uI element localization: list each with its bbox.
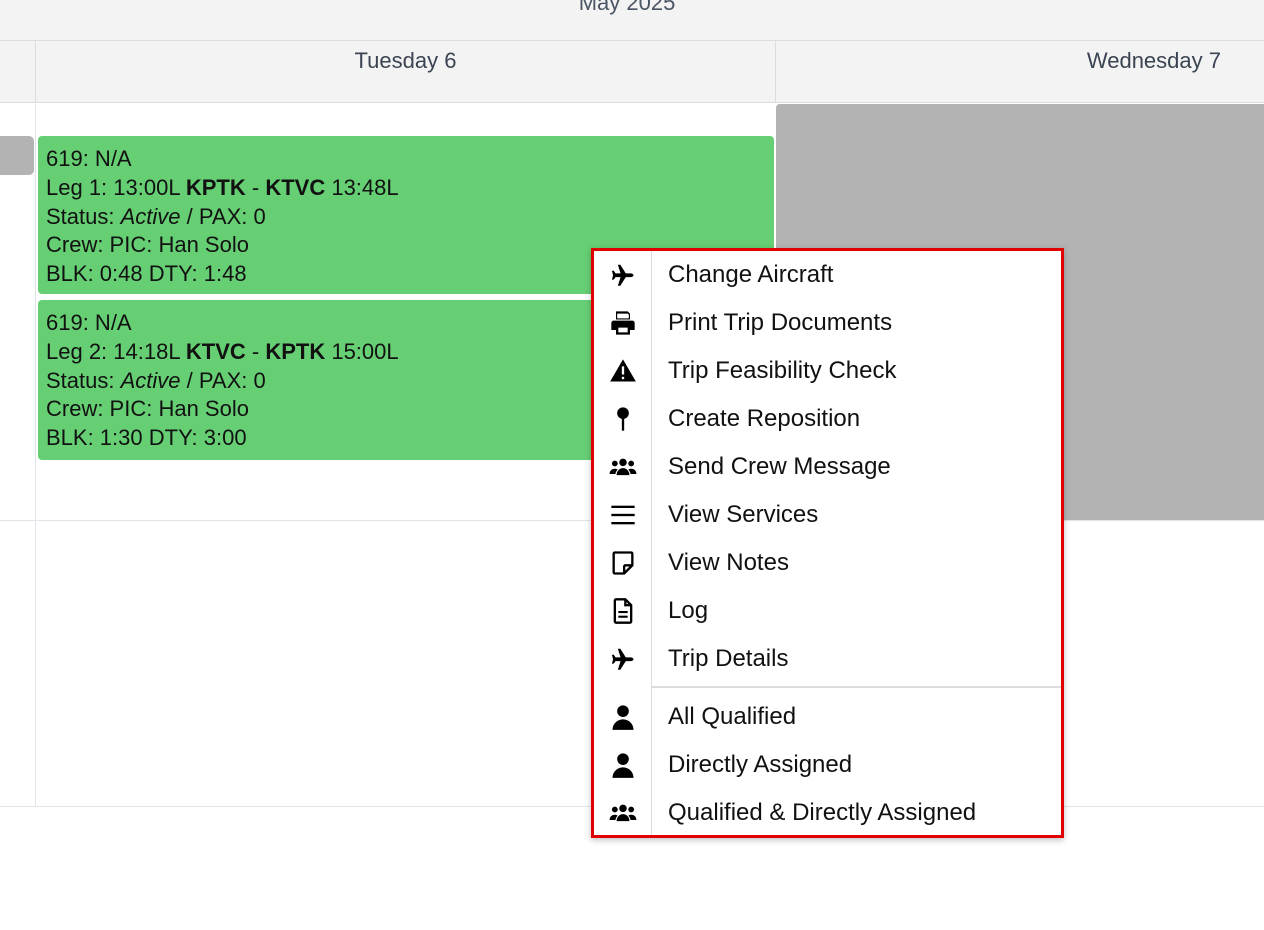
scheduler-page: May 2025 Tuesday 6 Wednesday 7 619: N/A …: [0, 0, 1264, 930]
menu-item-trip-details[interactable]: Trip Details: [594, 635, 1061, 683]
menu-item-label: All Qualified: [668, 703, 797, 730]
origin-airport: KTVC: [185, 338, 246, 364]
menu-item-label: Send Crew Message: [668, 453, 891, 480]
menu-item-view-services[interactable]: View Services: [594, 491, 1061, 539]
day-header-wednesday[interactable]: Wednesday 7: [775, 41, 1264, 103]
month-title: May 2025: [578, 0, 676, 15]
month-header: May 2025: [0, 0, 1264, 41]
route-separator: -: [245, 174, 266, 200]
route-separator: -: [245, 338, 266, 364]
menu-item-label: Directly Assigned: [668, 751, 853, 778]
menu-item-qualified-directly-assigned[interactable]: Qualified & Directly Assigned: [594, 789, 1061, 837]
status-value: Active: [120, 203, 181, 229]
users-icon: [594, 443, 652, 491]
list-icon: [594, 491, 652, 539]
menu-item-label: View Services: [668, 501, 819, 528]
printer-icon: [594, 299, 652, 347]
pax-count: / PAX: 0: [180, 367, 266, 393]
day-header-row: Tuesday 6 Wednesday 7: [0, 41, 1264, 103]
menu-item-log[interactable]: Log: [594, 587, 1061, 635]
menu-item-label: Qualified & Directly Assigned: [668, 799, 977, 826]
trip-number: 619: N/A: [46, 146, 132, 171]
plane-icon: [594, 635, 652, 683]
arrival-time: 13:48L: [325, 174, 399, 200]
status-prefix: Status:: [46, 367, 121, 393]
departure-time: 14:18L: [113, 338, 186, 364]
map-pin-icon: [594, 395, 652, 443]
menu-item-label: Change Aircraft: [668, 261, 834, 288]
menu-item-print-trip-documents[interactable]: Print Trip Documents: [594, 299, 1061, 347]
plane-icon: [594, 251, 652, 299]
day-header-tuesday[interactable]: Tuesday 6: [35, 41, 775, 103]
status-value: Active: [120, 367, 181, 393]
warning-icon: [594, 347, 652, 395]
menu-item-view-notes[interactable]: View Notes: [594, 539, 1061, 587]
status-prefix: Status:: [46, 203, 121, 229]
arrival-time: 15:00L: [325, 338, 399, 364]
sticky-note-icon: [594, 539, 652, 587]
leg-label: Leg 2:: [46, 338, 114, 364]
user-icon: [594, 741, 652, 789]
origin-airport: KPTK: [185, 174, 246, 200]
user-icon: [594, 693, 652, 741]
destination-airport: KTVC: [265, 174, 326, 200]
menu-item-label: Create Reposition: [668, 405, 861, 432]
grid-line: [35, 104, 36, 806]
destination-airport: KPTK: [265, 338, 326, 364]
users-icon: [594, 789, 652, 837]
menu-item-change-aircraft[interactable]: Change Aircraft: [594, 251, 1061, 299]
menu-item-label: View Notes: [668, 549, 789, 576]
trip-context-menu: Change Aircraft Print Trip Documents Tri…: [591, 248, 1064, 838]
leg-route: Leg 1: 13:00L KPTK - KTVC 13:48L: [46, 174, 766, 203]
menu-divider: [652, 686, 1061, 688]
departure-time: 13:00L: [113, 174, 186, 200]
pax-count: / PAX: 0: [180, 203, 266, 229]
file-text-icon: [594, 587, 652, 635]
menu-item-create-reposition[interactable]: Create Reposition: [594, 395, 1061, 443]
menu-item-label: Print Trip Documents: [668, 309, 893, 336]
menu-item-trip-feasibility-check[interactable]: Trip Feasibility Check: [594, 347, 1061, 395]
menu-item-send-crew-message[interactable]: Send Crew Message: [594, 443, 1061, 491]
menu-item-all-qualified[interactable]: All Qualified: [594, 693, 1061, 741]
menu-item-label: Log: [668, 597, 709, 624]
menu-item-label: Trip Feasibility Check: [668, 357, 897, 384]
unavailable-block[interactable]: [0, 136, 34, 175]
leg-label: Leg 1:: [46, 174, 114, 200]
leg-status: Status: Active / PAX: 0: [46, 203, 766, 232]
menu-item-directly-assigned[interactable]: Directly Assigned: [594, 741, 1061, 789]
menu-item-label: Trip Details: [668, 645, 789, 672]
